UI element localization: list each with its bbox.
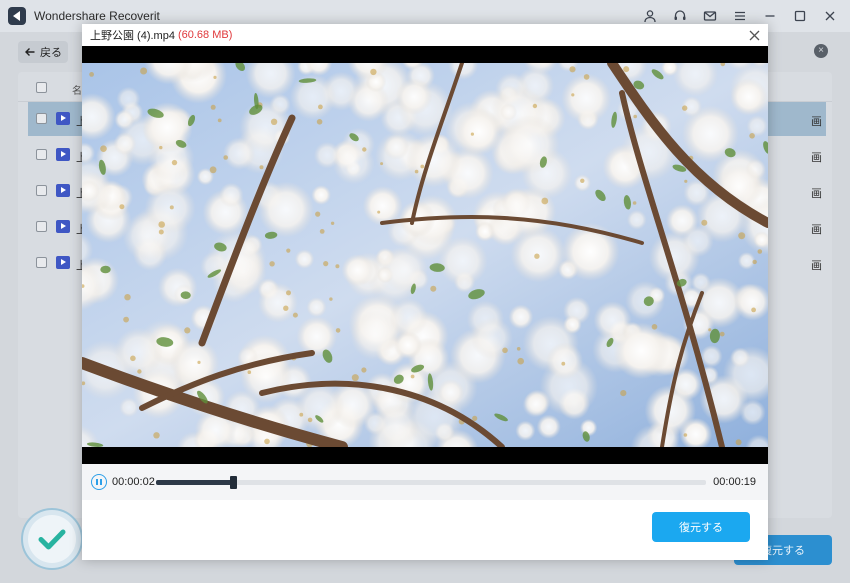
row-checkbox[interactable] (36, 257, 47, 268)
header-name-label: 名 (72, 86, 82, 97)
dialog-close-icon[interactable] (746, 27, 762, 43)
row-file-type: 画 (811, 116, 822, 128)
preview-file-size: (60.68 MB) (177, 29, 233, 41)
dialog-header: 上野公園 (4).mp4 (60.68 MB) (82, 24, 768, 46)
row-checkbox[interactable] (36, 113, 47, 124)
pause-icon[interactable] (91, 474, 107, 490)
search-clear-icon[interactable]: × (814, 44, 828, 58)
maximize-icon[interactable] (788, 5, 812, 27)
current-time: 00:00:02 (112, 476, 155, 488)
row-file-type: 画 (811, 152, 822, 164)
video-file-icon (56, 184, 70, 197)
row-checkbox[interactable] (36, 221, 47, 232)
video-file-icon (56, 256, 70, 269)
video-file-icon (56, 220, 70, 233)
checkmark-icon (38, 529, 66, 550)
video-file-icon (56, 148, 70, 161)
video-preview-dialog: 上野公園 (4).mp4 (60.68 MB) 00:00:02 00:00:1… (82, 24, 768, 560)
back-button[interactable]: 戻る (18, 41, 68, 63)
completion-check-badge (21, 508, 83, 570)
window-close-icon[interactable] (818, 5, 842, 27)
row-file-type: 画 (811, 260, 822, 272)
video-player[interactable] (82, 46, 768, 464)
seek-bar-handle[interactable] (230, 476, 237, 489)
video-file-icon (56, 112, 70, 125)
preview-file-name: 上野公園 (4).mp4 (90, 30, 175, 42)
recover-button[interactable]: 復元する (652, 512, 750, 542)
back-button-label: 戻る (40, 47, 62, 59)
row-checkbox[interactable] (36, 185, 47, 196)
seek-bar[interactable] (156, 476, 706, 489)
row-file-type: 画 (811, 224, 822, 236)
app-logo-icon (8, 7, 26, 25)
arrow-left-icon (25, 48, 35, 56)
recover-button-label: 復元する (679, 522, 723, 534)
row-checkbox[interactable] (36, 149, 47, 160)
row-file-type: 画 (811, 188, 822, 200)
select-all-checkbox[interactable] (36, 82, 47, 93)
search-clear-glyph: × (818, 45, 824, 56)
seek-bar-progress (156, 480, 233, 485)
app-title: Wondershare Recoverit (34, 9, 160, 23)
player-controls: 00:00:02 00:00:19 (82, 464, 768, 500)
video-frame-image (82, 63, 768, 447)
total-duration: 00:00:19 (713, 476, 756, 488)
